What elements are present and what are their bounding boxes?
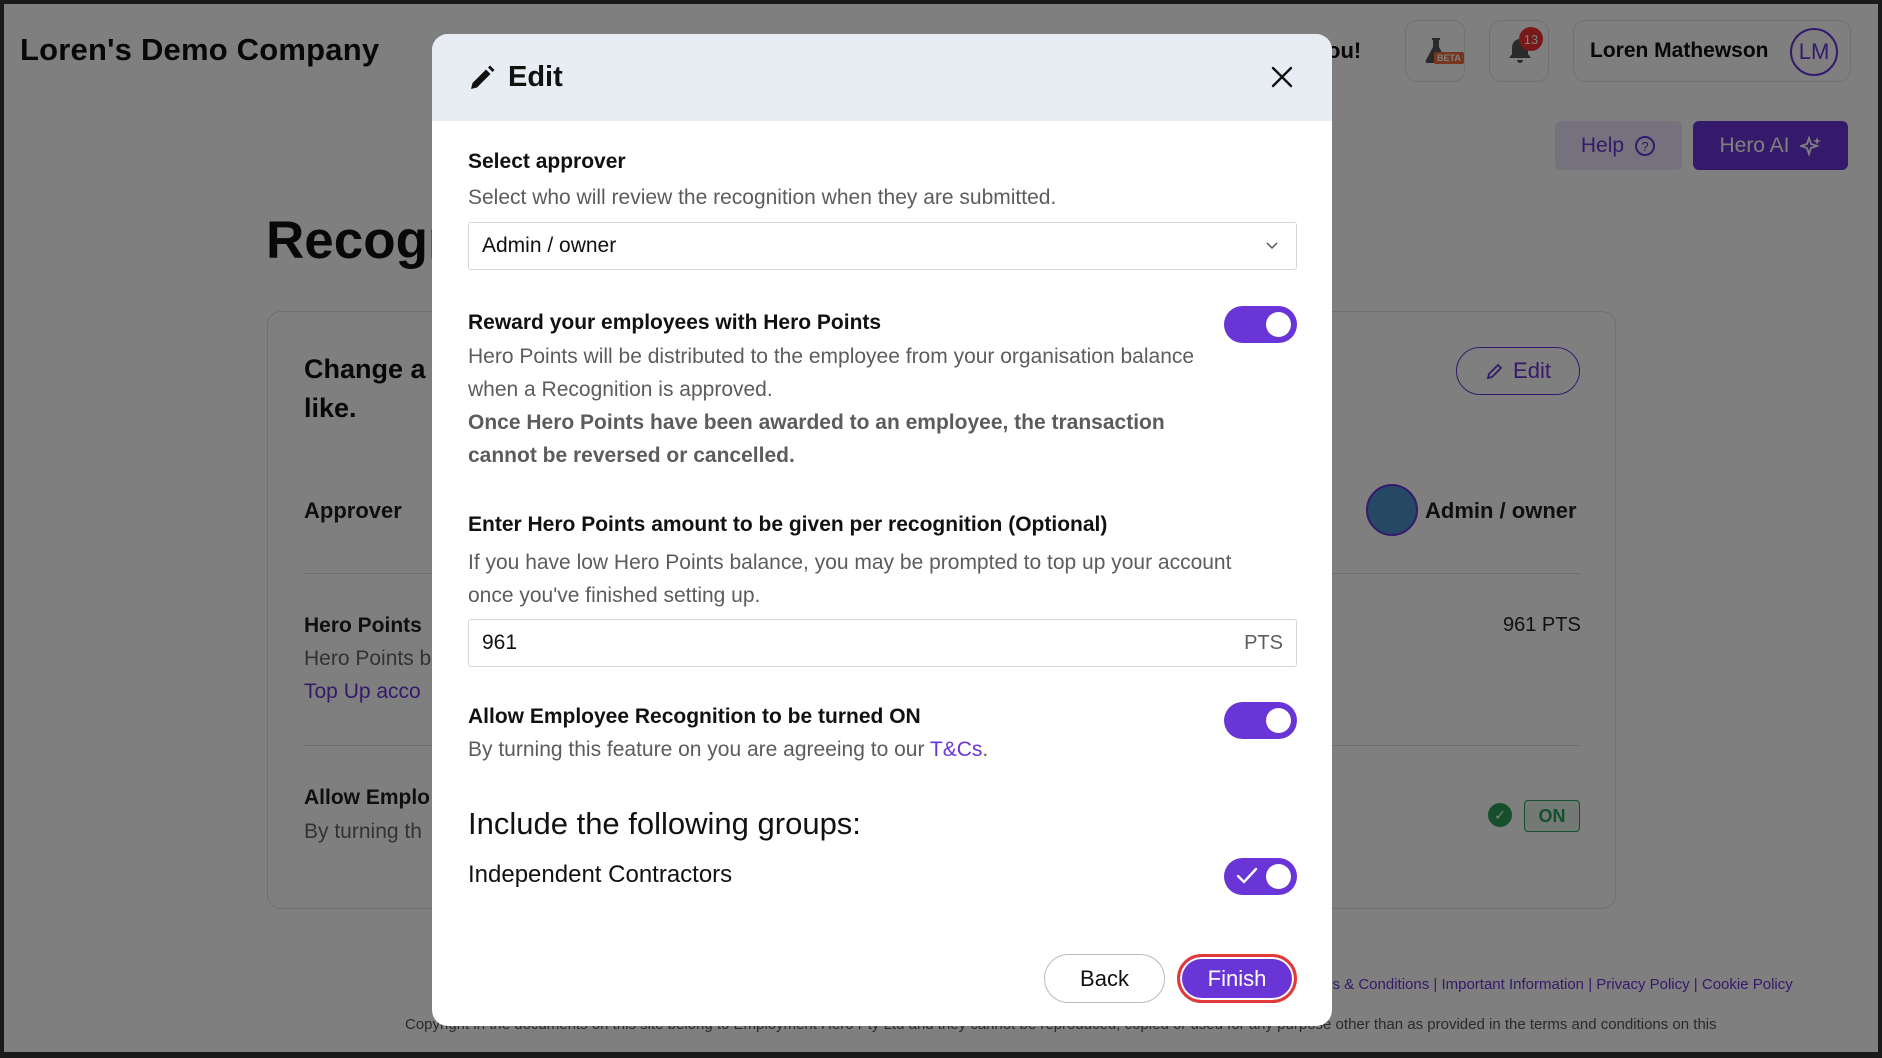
window-frame [0, 0, 1882, 1058]
